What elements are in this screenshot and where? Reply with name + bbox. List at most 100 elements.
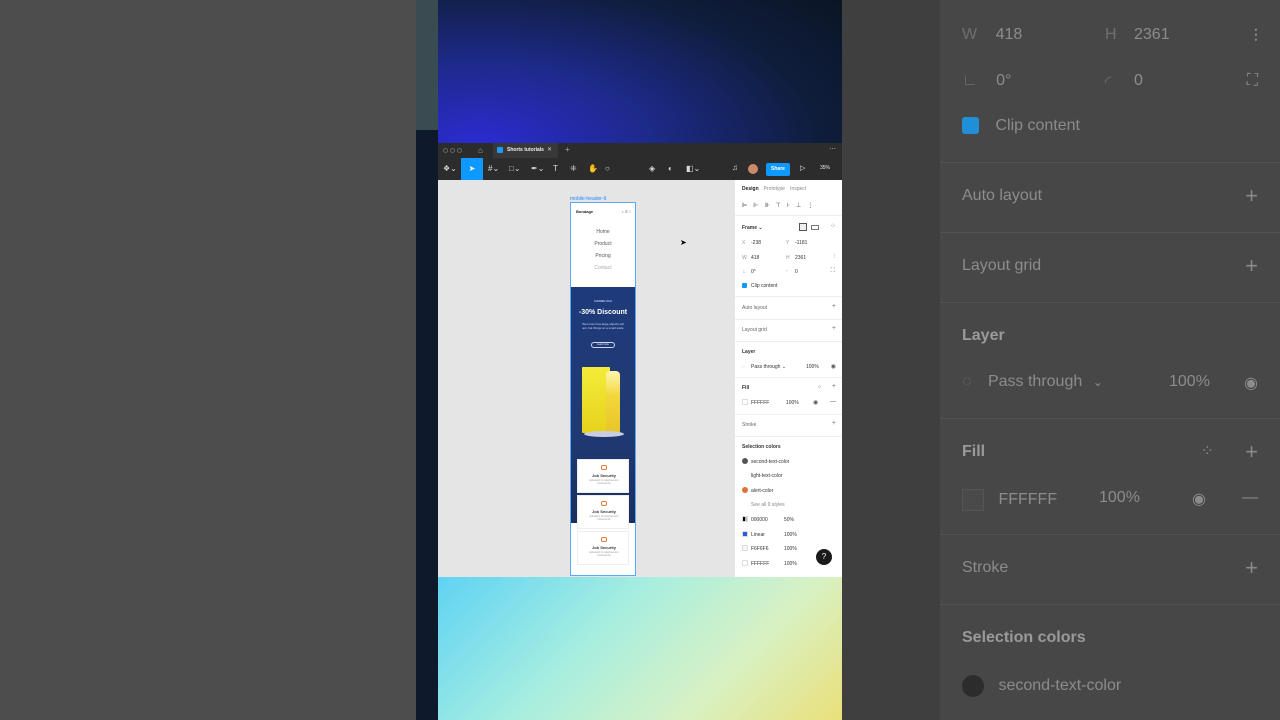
color-name[interactable]: second-text-color <box>751 459 789 465</box>
fill-swatch <box>962 489 984 511</box>
rotation-input[interactable]: 0° <box>751 269 756 275</box>
help-button[interactable]: ? <box>816 549 832 565</box>
color-swatch[interactable] <box>742 531 748 537</box>
constrain-icon[interactable]: ⫶ <box>833 254 835 261</box>
avatar[interactable] <box>748 164 758 174</box>
blurred-background-right: W 418 H 2361 ⫶ ∟ 0° ◜ 0 ⛶ Clip content A… <box>842 0 1280 720</box>
blurred-fill-row: FFFFFF 100% ◉ — <box>962 489 1258 511</box>
color-swatch[interactable] <box>742 516 748 522</box>
new-tab-icon[interactable]: + <box>565 145 570 154</box>
grid-icon[interactable]: ⁘ <box>830 222 836 230</box>
swatch-hex[interactable]: FFFFFF <box>751 561 769 567</box>
component-icon[interactable]: ◈ <box>649 164 655 173</box>
boolean-icon[interactable]: ◧⌄ <box>686 164 700 173</box>
frame-tool-icon[interactable]: #⌄ <box>488 164 499 173</box>
swatch-opacity[interactable]: 100% <box>784 532 797 538</box>
eye-icon[interactable]: ◉ <box>813 399 818 406</box>
fill-swatch[interactable] <box>742 399 748 405</box>
see-all-styles-link[interactable]: See all 9 styles <box>751 502 785 508</box>
color-name[interactable]: alert-color <box>751 488 773 494</box>
w-input[interactable]: 418 <box>751 255 759 261</box>
swatch-opacity[interactable]: 100% <box>784 561 797 567</box>
resources-icon[interactable]: ⁜ <box>570 164 577 173</box>
clip-content-checkbox[interactable] <box>742 283 747 288</box>
mockup-nav-contact: Contact <box>594 265 612 271</box>
swatch-hex[interactable]: F6F6F6 <box>751 546 769 552</box>
headset-icon[interactable]: ♫ <box>732 163 738 172</box>
card-icon <box>601 501 607 506</box>
mockup-card: Job Security Education of industries and… <box>577 531 629 565</box>
title-bar: ⌂ Shorts tutorials ✕ + ⋯ <box>438 143 842 158</box>
close-icon[interactable]: ✕ <box>547 146 552 153</box>
home-icon[interactable]: ⌂ <box>478 146 483 155</box>
card-icon <box>601 465 607 470</box>
stroke-label: Stroke <box>742 422 757 428</box>
swatch-hex[interactable]: Linear <box>751 532 765 538</box>
plus-icon: + <box>1245 253 1258 278</box>
mask-icon[interactable]: ◐ <box>668 164 673 173</box>
layer-label: Layer <box>742 349 756 355</box>
tab-prototype[interactable]: Prototype <box>764 186 785 192</box>
pen-tool-icon[interactable]: ✒⌄ <box>531 164 544 173</box>
window-controls[interactable] <box>443 148 464 155</box>
tab-shorts-tutorials[interactable]: Shorts tutorials ✕ <box>493 143 558 158</box>
layer-opacity[interactable]: 100% <box>806 364 819 370</box>
play-icon[interactable]: ▷ <box>800 164 805 172</box>
color-name[interactable]: light-text-color <box>751 473 782 479</box>
corners-icon[interactable]: ⛶ <box>831 268 835 275</box>
portrait-icon[interactable] <box>799 223 807 231</box>
canvas[interactable]: mobile-header-6 Bondage ⌕ ⊟ ≡ Home Produ… <box>438 180 735 577</box>
swatch-hex[interactable]: 000000 <box>751 517 768 523</box>
tab-design[interactable]: Design <box>742 186 759 192</box>
figma-menu-icon[interactable]: ❖⌄ <box>443 164 457 173</box>
frame-section[interactable]: Frame ⌄ <box>742 225 763 231</box>
comment-tool-icon[interactable]: ○ <box>605 164 610 173</box>
tab-inspect[interactable]: Inspect <box>790 186 806 192</box>
swatch-opacity[interactable]: 100% <box>784 546 797 552</box>
add-fill-button[interactable]: + <box>832 383 836 390</box>
move-tool-icon[interactable]: ➤ <box>461 158 483 180</box>
shape-tool-icon[interactable]: □⌄ <box>509 164 521 173</box>
x-label: X <box>742 240 746 246</box>
zoom-level[interactable]: 35% <box>820 165 830 171</box>
card-body: Education of industries and business lif… <box>589 551 619 557</box>
mobile-frame[interactable]: Bondage ⌕ ⊟ ≡ Home Product Pricing Conta… <box>570 202 636 576</box>
card-icon <box>601 537 607 542</box>
color-swatch[interactable] <box>742 458 748 464</box>
eye-icon[interactable]: ◉ <box>831 363 836 370</box>
add-layout-grid-button[interactable]: + <box>832 325 836 332</box>
more-icon[interactable]: ⋯ <box>829 145 836 153</box>
landscape-icon[interactable] <box>811 225 819 230</box>
card-body: Education of industries and business lif… <box>589 479 619 485</box>
blend-icon: ◌ <box>742 364 745 370</box>
color-swatch[interactable] <box>742 472 748 478</box>
divider <box>940 534 1280 535</box>
corners-icon: ⛶ <box>1246 72 1258 89</box>
x-input[interactable]: -238 <box>751 240 761 246</box>
divider <box>940 162 1280 163</box>
blend-mode: Pass through <box>751 364 781 370</box>
color-swatch[interactable] <box>742 560 748 566</box>
swatch-opacity[interactable]: 50% <box>784 517 794 523</box>
color-name: second-text-color <box>998 677 1122 695</box>
hand-tool-icon[interactable]: ✋ <box>588 164 598 173</box>
blend-select[interactable]: Pass through ⌄ <box>751 364 786 370</box>
share-button[interactable]: Share <box>766 163 790 176</box>
remove-fill-icon[interactable]: — <box>830 399 836 405</box>
fill-hex-input[interactable]: FFFFFF <box>751 400 769 406</box>
h-input[interactable]: 2361 <box>795 255 806 261</box>
radius-input[interactable]: 0 <box>795 269 798 275</box>
background-strip-top <box>416 0 438 130</box>
blurred-rotation-row: ∟ 0° ◜ 0 ⛶ <box>962 72 1258 91</box>
selection-colors-label: Selection colors <box>962 629 1086 646</box>
add-stroke-button[interactable]: + <box>832 420 836 427</box>
y-input[interactable]: -1181 <box>795 240 807 246</box>
alignment-tools[interactable]: ⊫⊩⊪⊤⊦⊥⋮ <box>742 202 819 209</box>
text-tool-icon[interactable]: T <box>553 164 558 173</box>
fill-opacity-input[interactable]: 100% <box>786 400 799 406</box>
add-auto-layout-button[interactable]: + <box>832 303 836 310</box>
divider <box>735 319 842 320</box>
grid-styles-icon[interactable]: ⁘ <box>817 384 822 391</box>
color-swatch[interactable] <box>742 487 748 493</box>
color-swatch[interactable] <box>742 545 748 551</box>
